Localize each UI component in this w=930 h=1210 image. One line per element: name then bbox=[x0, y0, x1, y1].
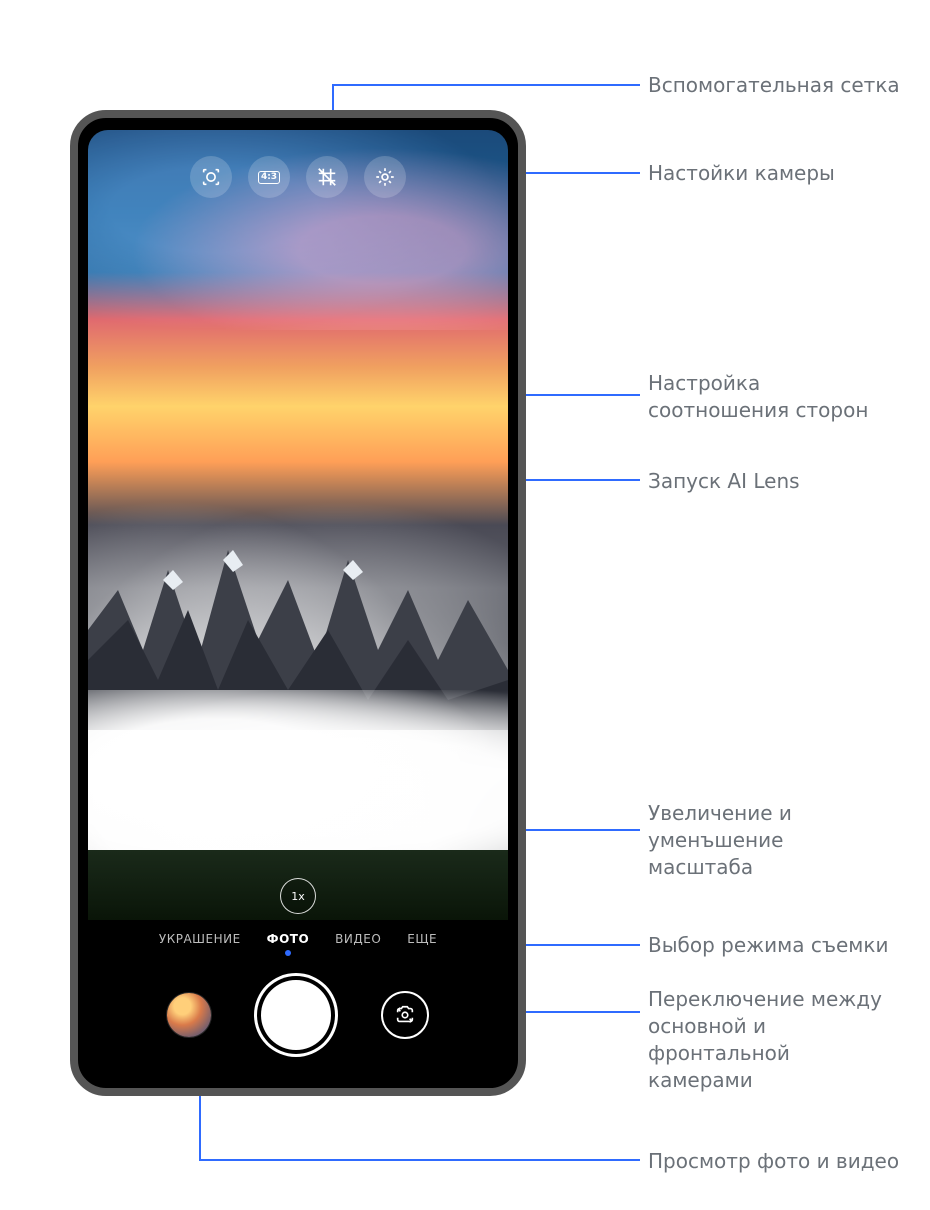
settings-button[interactable] bbox=[364, 156, 406, 198]
ai-lens-button[interactable] bbox=[190, 156, 232, 198]
mode-selector[interactable]: УКРАШЕНИЕ ФОТО ВИДЕО ЕЩЕ bbox=[88, 932, 508, 956]
callout-ailens: Запуск AI Lens bbox=[648, 468, 918, 495]
aspect-ratio-button[interactable]: 4:3 bbox=[248, 156, 290, 198]
callout-grid: Вспомогательная сетка bbox=[648, 72, 918, 99]
zoom-label: 1x bbox=[291, 890, 305, 903]
mode-more[interactable]: ЕЩЕ bbox=[407, 932, 437, 956]
viewfinder[interactable]: 4:3 1x bbox=[88, 130, 508, 920]
callout-aspect: Настройка соотношения сторон bbox=[648, 370, 918, 424]
mode-photo[interactable]: ФОТО bbox=[267, 932, 310, 956]
switch-camera-button[interactable] bbox=[381, 991, 429, 1039]
callout-mode: Выбор режима съемки bbox=[648, 932, 918, 959]
callout-switch: Переключение между основной и фронтально… bbox=[648, 986, 918, 1094]
bottom-bar: УКРАШЕНИЕ ФОТО ВИДЕО ЕЩЕ bbox=[88, 920, 508, 1076]
gallery-thumbnail[interactable] bbox=[167, 993, 211, 1037]
gear-icon bbox=[374, 166, 396, 188]
diagram-stage: Вспомогательная сетка Настойки камеры На… bbox=[0, 0, 930, 1210]
callout-gallery: Просмотр фото и видео bbox=[648, 1148, 918, 1175]
mode-video[interactable]: ВИДЕО bbox=[335, 932, 381, 956]
callout-settings: Настойки камеры bbox=[648, 160, 918, 187]
switch-camera-icon bbox=[394, 1004, 416, 1026]
mode-beauty[interactable]: УКРАШЕНИЕ bbox=[159, 932, 241, 956]
ai-lens-icon bbox=[200, 166, 222, 188]
grid-button[interactable] bbox=[306, 156, 348, 198]
aspect-ratio-label: 4:3 bbox=[258, 171, 280, 184]
tablet-frame: 4:3 1x УКРАШЕНИЕ ФОТО bbox=[70, 110, 526, 1096]
callout-zoom: Увеличение и уменъшение масштаба bbox=[648, 800, 918, 881]
top-toolbar: 4:3 bbox=[88, 156, 508, 198]
shutter-controls bbox=[88, 980, 508, 1050]
shutter-button[interactable] bbox=[261, 980, 331, 1050]
camera-screen: 4:3 1x УКРАШЕНИЕ ФОТО bbox=[88, 130, 508, 1076]
zoom-button[interactable]: 1x bbox=[280, 878, 316, 914]
grid-icon bbox=[316, 166, 338, 188]
